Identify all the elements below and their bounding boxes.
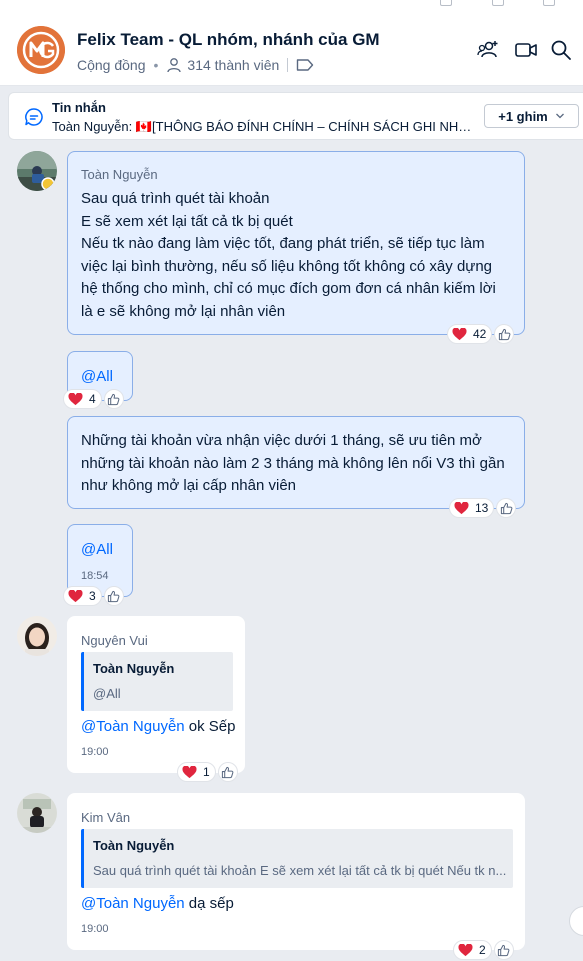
- reaction-bar[interactable]: 1: [177, 762, 238, 782]
- reaction-count: 42: [473, 327, 487, 341]
- reaction-count-pill[interactable]: 42: [447, 324, 493, 344]
- tag-icon[interactable]: [296, 58, 314, 72]
- mention-link[interactable]: @Toàn Nguyễn: [81, 895, 185, 912]
- sender-name[interactable]: Nguyên Vui: [81, 633, 148, 648]
- message-text: @Toàn Nguyễn dạ sếp: [81, 893, 234, 916]
- message-line: E sẽ xem xét lại tất cả tk bị quét: [81, 212, 293, 230]
- heart-icon: [458, 943, 473, 956]
- avatar[interactable]: [17, 151, 57, 191]
- video-call-icon[interactable]: [514, 38, 538, 62]
- window-maximize-icon[interactable]: [543, 0, 555, 6]
- avatar[interactable]: [17, 793, 57, 833]
- like-icon: [498, 328, 511, 340]
- window-titlebar: [0, 0, 583, 14]
- message-line: hệ thống cho mình, chỉ có mục đích gom đ…: [81, 280, 496, 298]
- message-text: Sau quá trình quét tài khoản E sẽ xem xé…: [81, 188, 496, 324]
- message-bubble[interactable]: Toàn Nguyễn Sau quá trình quét tài khoản…: [67, 151, 525, 335]
- chat-header: Felix Team - QL nhóm, nhánh của GM Cộng …: [0, 14, 583, 86]
- like-button[interactable]: [103, 389, 124, 409]
- group-title[interactable]: Felix Team - QL nhóm, nhánh của GM: [77, 30, 380, 50]
- quoted-reply[interactable]: Toàn Nguyễn Sau quá trình quét tài khoản…: [81, 829, 513, 888]
- add-member-icon[interactable]: [477, 38, 501, 62]
- heart-icon: [68, 589, 83, 602]
- reaction-count: 2: [479, 943, 486, 957]
- divider: [287, 58, 289, 72]
- window-lock-icon[interactable]: [440, 0, 452, 6]
- message-bubble[interactable]: Nguyên Vui Toàn Nguyễn @All @Toàn Nguyễn…: [67, 616, 245, 773]
- heart-icon: [182, 765, 197, 778]
- mention-all[interactable]: @All: [81, 539, 113, 562]
- more-pins-button[interactable]: +1 ghim: [484, 104, 579, 128]
- quote-sender: Toàn Nguyễn: [93, 838, 175, 853]
- message-line: Sau quá trình quét tài khoản: [81, 190, 270, 207]
- heart-icon: [68, 392, 83, 405]
- heart-icon: [452, 327, 467, 340]
- message-text: Những tài khoản vừa nhận việc dưới 1 thá…: [81, 430, 505, 498]
- like-icon: [500, 502, 513, 514]
- window-restore-icon[interactable]: [492, 0, 504, 6]
- sender-name[interactable]: Kim Vân: [81, 810, 130, 825]
- reaction-count-pill[interactable]: 1: [177, 762, 216, 782]
- message-line: việc lại bình thường, nếu số liệu không …: [81, 257, 493, 275]
- like-icon: [108, 393, 120, 405]
- like-button[interactable]: [217, 762, 238, 782]
- reaction-count-pill[interactable]: 4: [63, 389, 102, 409]
- group-avatar[interactable]: [17, 26, 65, 74]
- message-bubble[interactable]: Những tài khoản vừa nhận việc dưới 1 thá…: [67, 416, 525, 509]
- message-bubble[interactable]: Kim Vân Toàn Nguyễn Sau quá trình quét t…: [67, 793, 525, 950]
- reaction-bar[interactable]: 4: [63, 389, 124, 409]
- reaction-count-pill[interactable]: 2: [453, 940, 492, 960]
- message-body: dạ sếp: [184, 895, 234, 912]
- message-time: 19:00: [81, 923, 109, 935]
- sender-name[interactable]: Toàn Nguyễn: [81, 167, 158, 182]
- reaction-bar[interactable]: 42: [447, 324, 515, 344]
- chat-bubble-icon: [25, 108, 43, 126]
- quoted-reply[interactable]: Toàn Nguyễn @All: [81, 652, 233, 711]
- mention-all[interactable]: @All: [81, 366, 113, 389]
- more-pins-label: +1 ghim: [498, 108, 548, 124]
- message-line: là e sẽ không mở lại nhân viên: [81, 302, 286, 320]
- like-button[interactable]: [493, 940, 514, 960]
- message-line: như không mở lại cấp nhân viên: [81, 477, 297, 495]
- like-icon: [108, 590, 120, 602]
- pinned-message-bar[interactable]: Tin nhắn Toàn Nguyễn: 🇨🇦[THÔNG BÁO ĐÍNH …: [8, 92, 583, 140]
- message-body: ok Sếp: [184, 718, 236, 735]
- pinned-preview[interactable]: Toàn Nguyễn: 🇨🇦[THÔNG BÁO ĐÍNH CHÍNH – C…: [52, 119, 477, 135]
- group-subtitle: Cộng đồng • 314 thành viên: [77, 57, 314, 73]
- person-icon: [167, 58, 182, 73]
- like-icon: [222, 766, 234, 778]
- reaction-count: 1: [203, 765, 210, 779]
- search-icon[interactable]: [549, 38, 573, 62]
- heart-icon: [454, 501, 469, 514]
- like-button[interactable]: [103, 586, 124, 606]
- reaction-count-pill[interactable]: 3: [63, 586, 102, 606]
- reaction-count-pill[interactable]: 13: [449, 498, 495, 518]
- like-icon: [498, 944, 510, 956]
- reaction-count: 3: [89, 589, 96, 603]
- like-button[interactable]: [496, 498, 517, 518]
- message-text: @Toàn Nguyễn ok Sếp: [81, 716, 236, 739]
- reaction-bar[interactable]: 3: [63, 586, 124, 606]
- pinned-title: Tin nhắn: [52, 100, 106, 115]
- member-count[interactable]: 314 thành viên: [187, 57, 279, 73]
- mention-link[interactable]: @Toàn Nguyễn: [81, 718, 185, 735]
- reaction-bar[interactable]: 2: [453, 940, 514, 960]
- quote-sender: Toàn Nguyễn: [93, 661, 175, 676]
- avatar[interactable]: [17, 616, 57, 656]
- message-line: những tài khoản nào làm 2 3 tháng mà khô…: [81, 454, 505, 472]
- reaction-count: 4: [89, 392, 96, 406]
- reaction-bar[interactable]: 13: [449, 498, 517, 518]
- group-category: Cộng đồng: [77, 57, 146, 73]
- reaction-count: 13: [475, 501, 489, 515]
- quote-text: @All: [93, 686, 121, 701]
- like-button[interactable]: [494, 324, 515, 344]
- chevron-down-icon: [555, 113, 564, 119]
- message-line: Nếu tk nào đang làm việc tốt, đang phát …: [81, 235, 485, 253]
- quote-text: Sau quá trình quét tài khoản E sẽ xem xé…: [93, 863, 507, 878]
- message-time: 19:00: [81, 746, 109, 758]
- message-time: 18:54: [81, 570, 109, 582]
- scroll-to-bottom-button[interactable]: [569, 906, 583, 936]
- message-line: Những tài khoản vừa nhận việc dưới 1 thá…: [81, 432, 482, 449]
- dot-separator: •: [153, 57, 159, 73]
